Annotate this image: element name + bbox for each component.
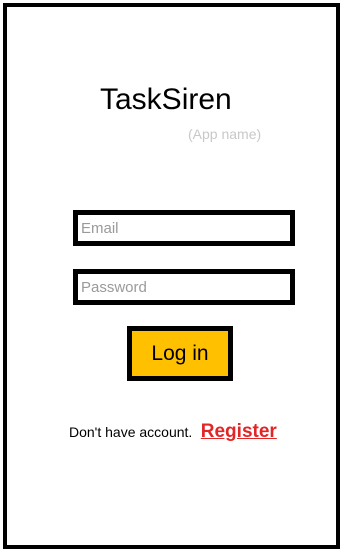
login-button[interactable]: Log in — [127, 326, 233, 381]
app-title: TaskSiren — [100, 83, 232, 116]
email-field-box — [73, 210, 295, 246]
password-field-box — [73, 269, 295, 305]
register-link[interactable]: Register — [201, 421, 277, 442]
register-row: Don't have account. Register — [69, 421, 277, 444]
app-subtitle: (App name) — [188, 126, 262, 142]
phone-screen-frame: TaskSiren (App name) Log in Don't have a… — [3, 3, 340, 549]
password-input[interactable] — [78, 274, 290, 300]
email-input[interactable] — [78, 215, 290, 241]
register-prompt: Don't have account. — [69, 424, 193, 440]
